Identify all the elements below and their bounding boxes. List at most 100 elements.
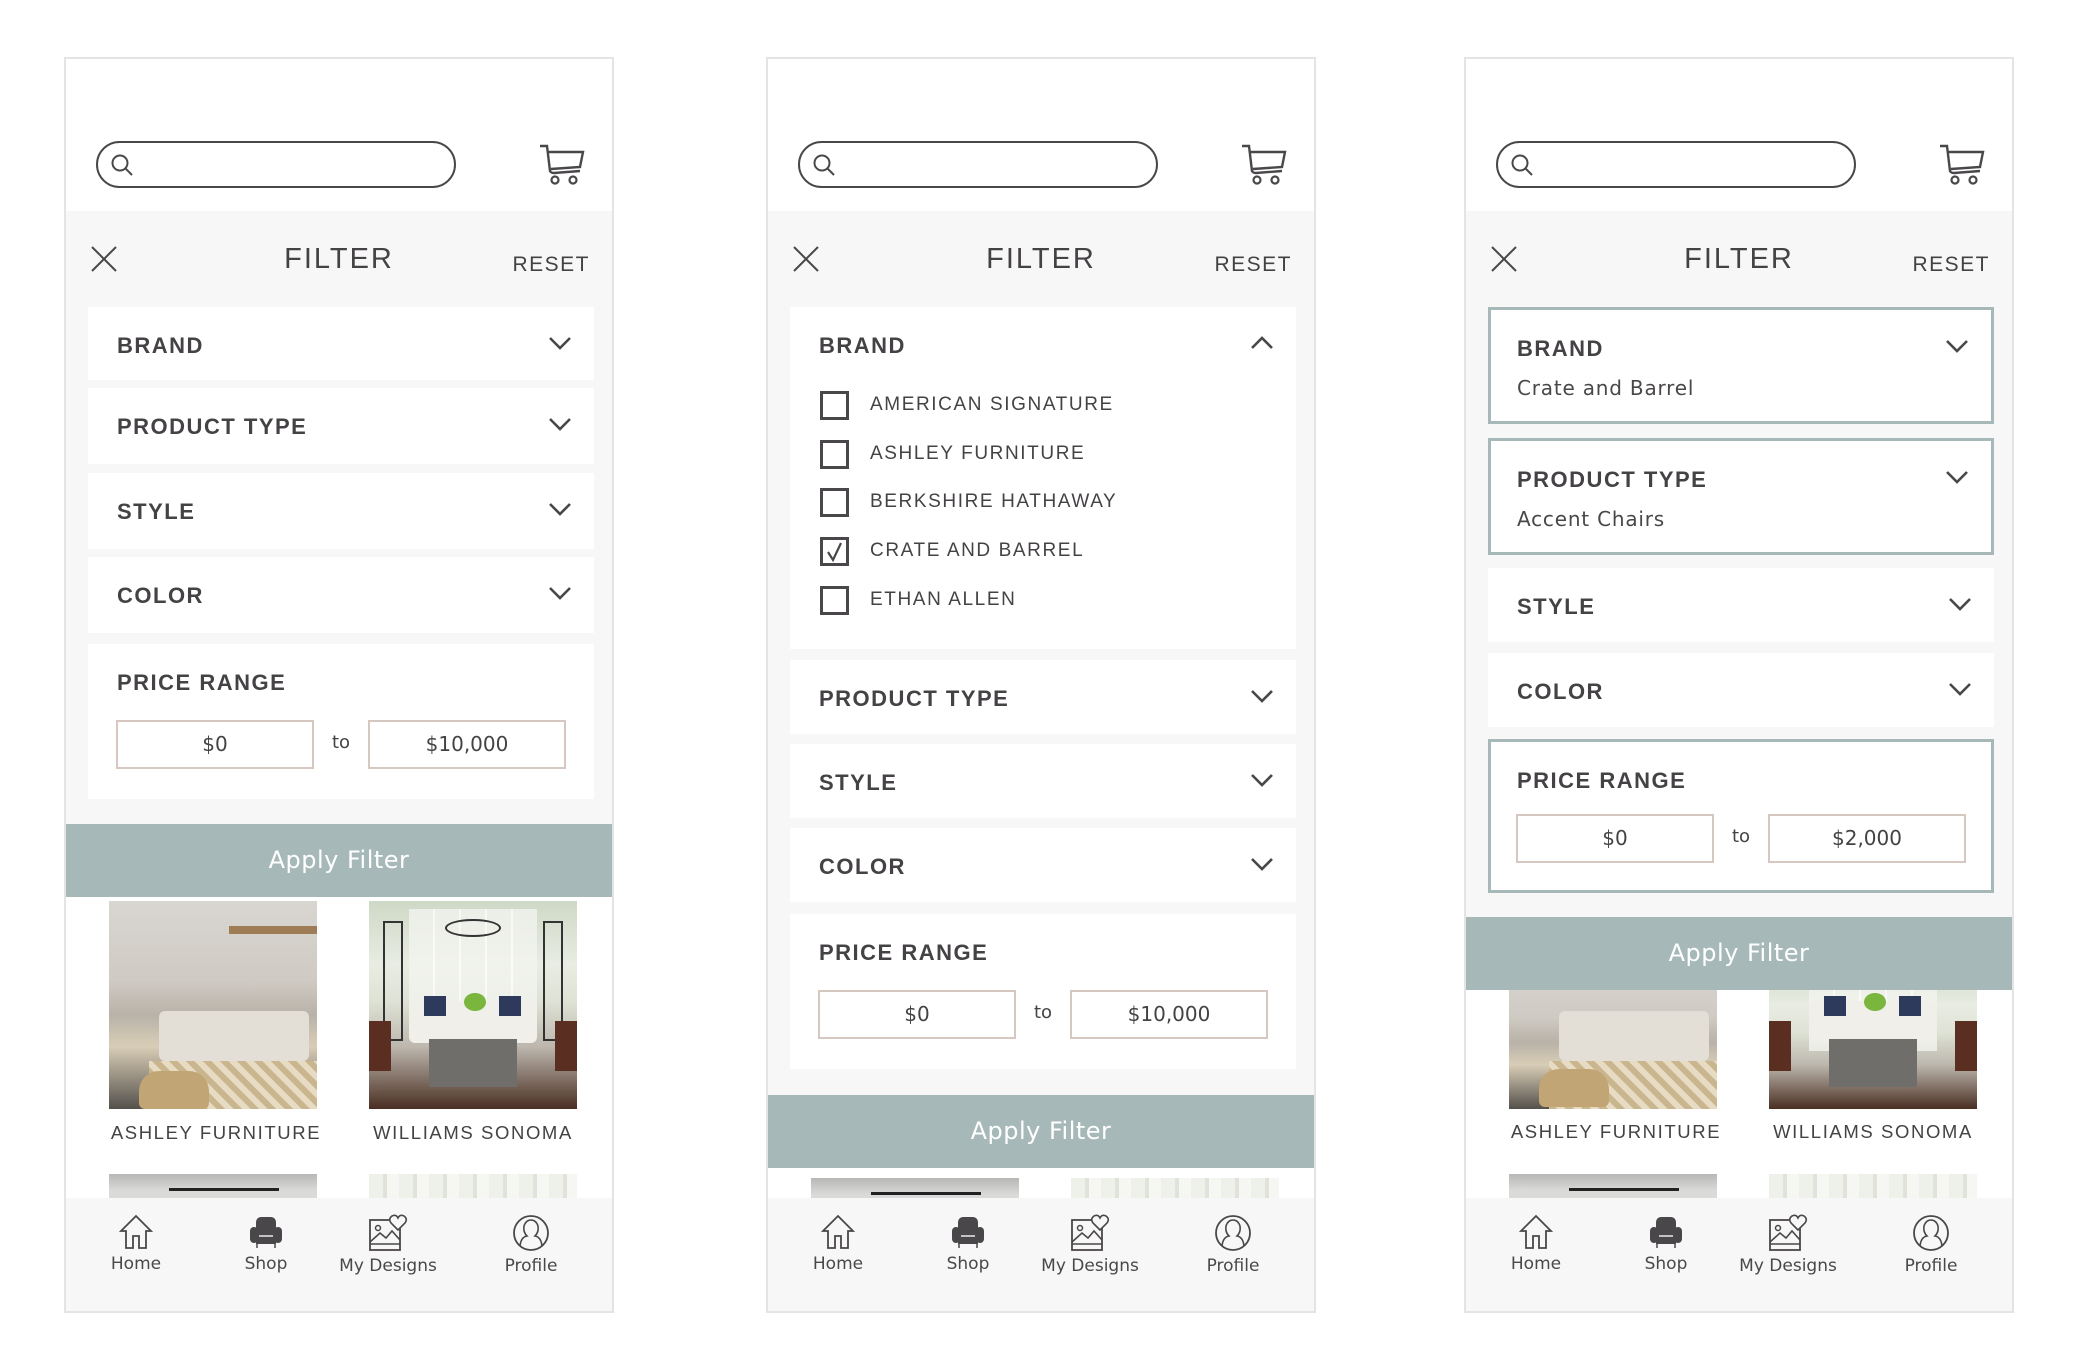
chevron-down-icon — [1251, 858, 1273, 871]
nav-item-home[interactable]: Home — [66, 1214, 206, 1274]
nav-item-shop[interactable]: Shop — [898, 1214, 1038, 1274]
price-min-input[interactable]: $0 — [818, 990, 1016, 1039]
profile-icon — [513, 1215, 549, 1251]
check-icon — [827, 542, 842, 563]
apply-filter-button[interactable]: Apply Filter — [1466, 917, 2012, 990]
price-to-label: to — [332, 732, 351, 753]
phone-screen-filter-brand-expanded: FILTER RESET BRAND AMERICAN SIGNATURE AS… — [766, 57, 1316, 1313]
option-label: ETHAN ALLEN — [870, 589, 1017, 610]
top-bar — [768, 59, 1314, 211]
apply-filter-button[interactable]: Apply Filter — [66, 824, 612, 897]
checkbox-unchecked[interactable] — [820, 440, 849, 469]
filter-section-style[interactable]: STYLE — [1488, 568, 1994, 642]
chevron-down-icon — [1251, 690, 1273, 703]
nav-item-profile[interactable]: Profile — [1163, 1214, 1303, 1276]
armchair-icon — [1650, 1217, 1682, 1248]
chevron-down-icon — [1251, 774, 1273, 787]
section-title: PRODUCT TYPE — [819, 686, 1010, 711]
product-image[interactable] — [369, 901, 577, 1109]
filter-section-product-type[interactable]: PRODUCT TYPE — [790, 660, 1296, 734]
selected-value: Crate and Barrel — [1517, 376, 1695, 400]
product-image[interactable] — [109, 901, 317, 1109]
nav-label: Profile — [1904, 1256, 1958, 1276]
nav-item-my-designs[interactable]: My Designs — [1718, 1214, 1858, 1276]
filter-section-product-type[interactable]: PRODUCT TYPE — [88, 388, 594, 464]
armchair-icon — [250, 1217, 282, 1248]
nav-label: My Designs — [1041, 1256, 1139, 1276]
nav-label: Profile — [504, 1256, 558, 1276]
reset-button[interactable]: RESET — [1214, 253, 1292, 277]
reset-button[interactable]: RESET — [1912, 253, 1990, 277]
price-max-input[interactable]: $10,000 — [368, 720, 566, 769]
section-title: STYLE — [1517, 594, 1596, 619]
nav-item-shop[interactable]: Shop — [1596, 1214, 1736, 1274]
section-title: STYLE — [117, 499, 196, 524]
filter-section-color[interactable]: COLOR — [88, 557, 594, 633]
option-label: CRATE AND BARREL — [870, 540, 1085, 561]
bottom-nav: Home Shop My Designs Profile — [768, 1198, 1314, 1311]
nav-item-profile[interactable]: Profile — [1861, 1214, 2001, 1276]
price-max-input[interactable]: $10,000 — [1070, 990, 1268, 1039]
section-title: PRICE RANGE — [819, 940, 989, 965]
filter-section-style[interactable]: STYLE — [88, 473, 594, 549]
home-icon — [821, 1214, 855, 1249]
nav-item-my-designs[interactable]: My Designs — [1020, 1214, 1160, 1276]
filter-section-brand[interactable]: BRAND — [88, 307, 594, 380]
section-title: BRAND — [1517, 336, 1604, 361]
checkbox-checked[interactable] — [820, 537, 849, 566]
product-label[interactable]: ASHLEY FURNITURE — [1496, 1121, 1736, 1143]
profile-icon — [1913, 1215, 1949, 1251]
price-max-input[interactable]: $2,000 — [1768, 814, 1966, 863]
price-min-input[interactable]: $0 — [1516, 814, 1714, 863]
section-title: BRAND — [117, 333, 204, 358]
cart-icon[interactable] — [1938, 143, 1986, 187]
chevron-down-icon — [549, 503, 571, 516]
search-input[interactable] — [798, 141, 1158, 188]
filter-panel: FILTER RESET BRAND AMERICAN SIGNATURE AS… — [768, 211, 1314, 1311]
section-title: PRICE RANGE — [117, 670, 287, 695]
apply-filter-button[interactable]: Apply Filter — [768, 1095, 1314, 1168]
nav-item-shop[interactable]: Shop — [196, 1214, 336, 1274]
reset-button[interactable]: RESET — [512, 253, 590, 277]
top-bar — [66, 59, 612, 211]
chevron-down-icon — [1949, 683, 1971, 696]
checkbox-unchecked[interactable] — [820, 488, 849, 517]
home-icon — [119, 1214, 153, 1249]
nav-item-my-designs[interactable]: My Designs — [318, 1214, 458, 1276]
checkbox-unchecked[interactable] — [820, 391, 849, 420]
nav-item-home[interactable]: Home — [1466, 1214, 1606, 1274]
nav-label: Shop — [244, 1254, 288, 1274]
price-min-input[interactable]: $0 — [116, 720, 314, 769]
section-title[interactable]: BRAND — [819, 333, 906, 359]
product-label[interactable]: WILLIAMS SONOMA — [1753, 1121, 1993, 1143]
filter-section-color[interactable]: COLOR — [790, 828, 1296, 902]
filter-section-color[interactable]: COLOR — [1488, 653, 1994, 727]
filter-section-price-range: PRICE RANGE $0 to $10,000 — [790, 914, 1296, 1069]
filter-panel: FILTER RESET BRAND Crate and Barrel PROD… — [1466, 211, 2012, 1311]
checkbox-unchecked[interactable] — [820, 586, 849, 615]
section-title: COLOR — [819, 854, 906, 879]
chevron-up-icon[interactable] — [1250, 335, 1274, 351]
nav-item-profile[interactable]: Profile — [461, 1214, 601, 1276]
chevron-down-icon — [1949, 598, 1971, 611]
search-input[interactable] — [1496, 141, 1856, 188]
product-label[interactable]: WILLIAMS SONOMA — [353, 1122, 593, 1144]
designs-heart-icon — [1071, 1214, 1110, 1251]
nav-item-home[interactable]: Home — [768, 1214, 908, 1274]
filter-section-style[interactable]: STYLE — [790, 744, 1296, 818]
section-title: STYLE — [819, 770, 898, 795]
product-label[interactable]: ASHLEY FURNITURE — [96, 1122, 336, 1144]
search-icon — [111, 154, 133, 176]
filter-section-brand-selected[interactable]: BRAND Crate and Barrel — [1488, 307, 1994, 424]
search-input[interactable] — [96, 141, 456, 188]
price-to-label: to — [1034, 1002, 1053, 1023]
designs-heart-icon — [369, 1214, 408, 1251]
cart-icon[interactable] — [1240, 143, 1288, 187]
cart-icon[interactable] — [538, 143, 586, 187]
price-to-label: to — [1732, 826, 1751, 847]
designs-heart-icon — [1769, 1214, 1808, 1251]
nav-label: Home — [1510, 1254, 1562, 1274]
bottom-nav: Home Shop My Designs Profile — [66, 1198, 612, 1311]
filter-section-product-type-selected[interactable]: PRODUCT TYPE Accent Chairs — [1488, 438, 1994, 555]
top-bar — [1466, 59, 2012, 211]
